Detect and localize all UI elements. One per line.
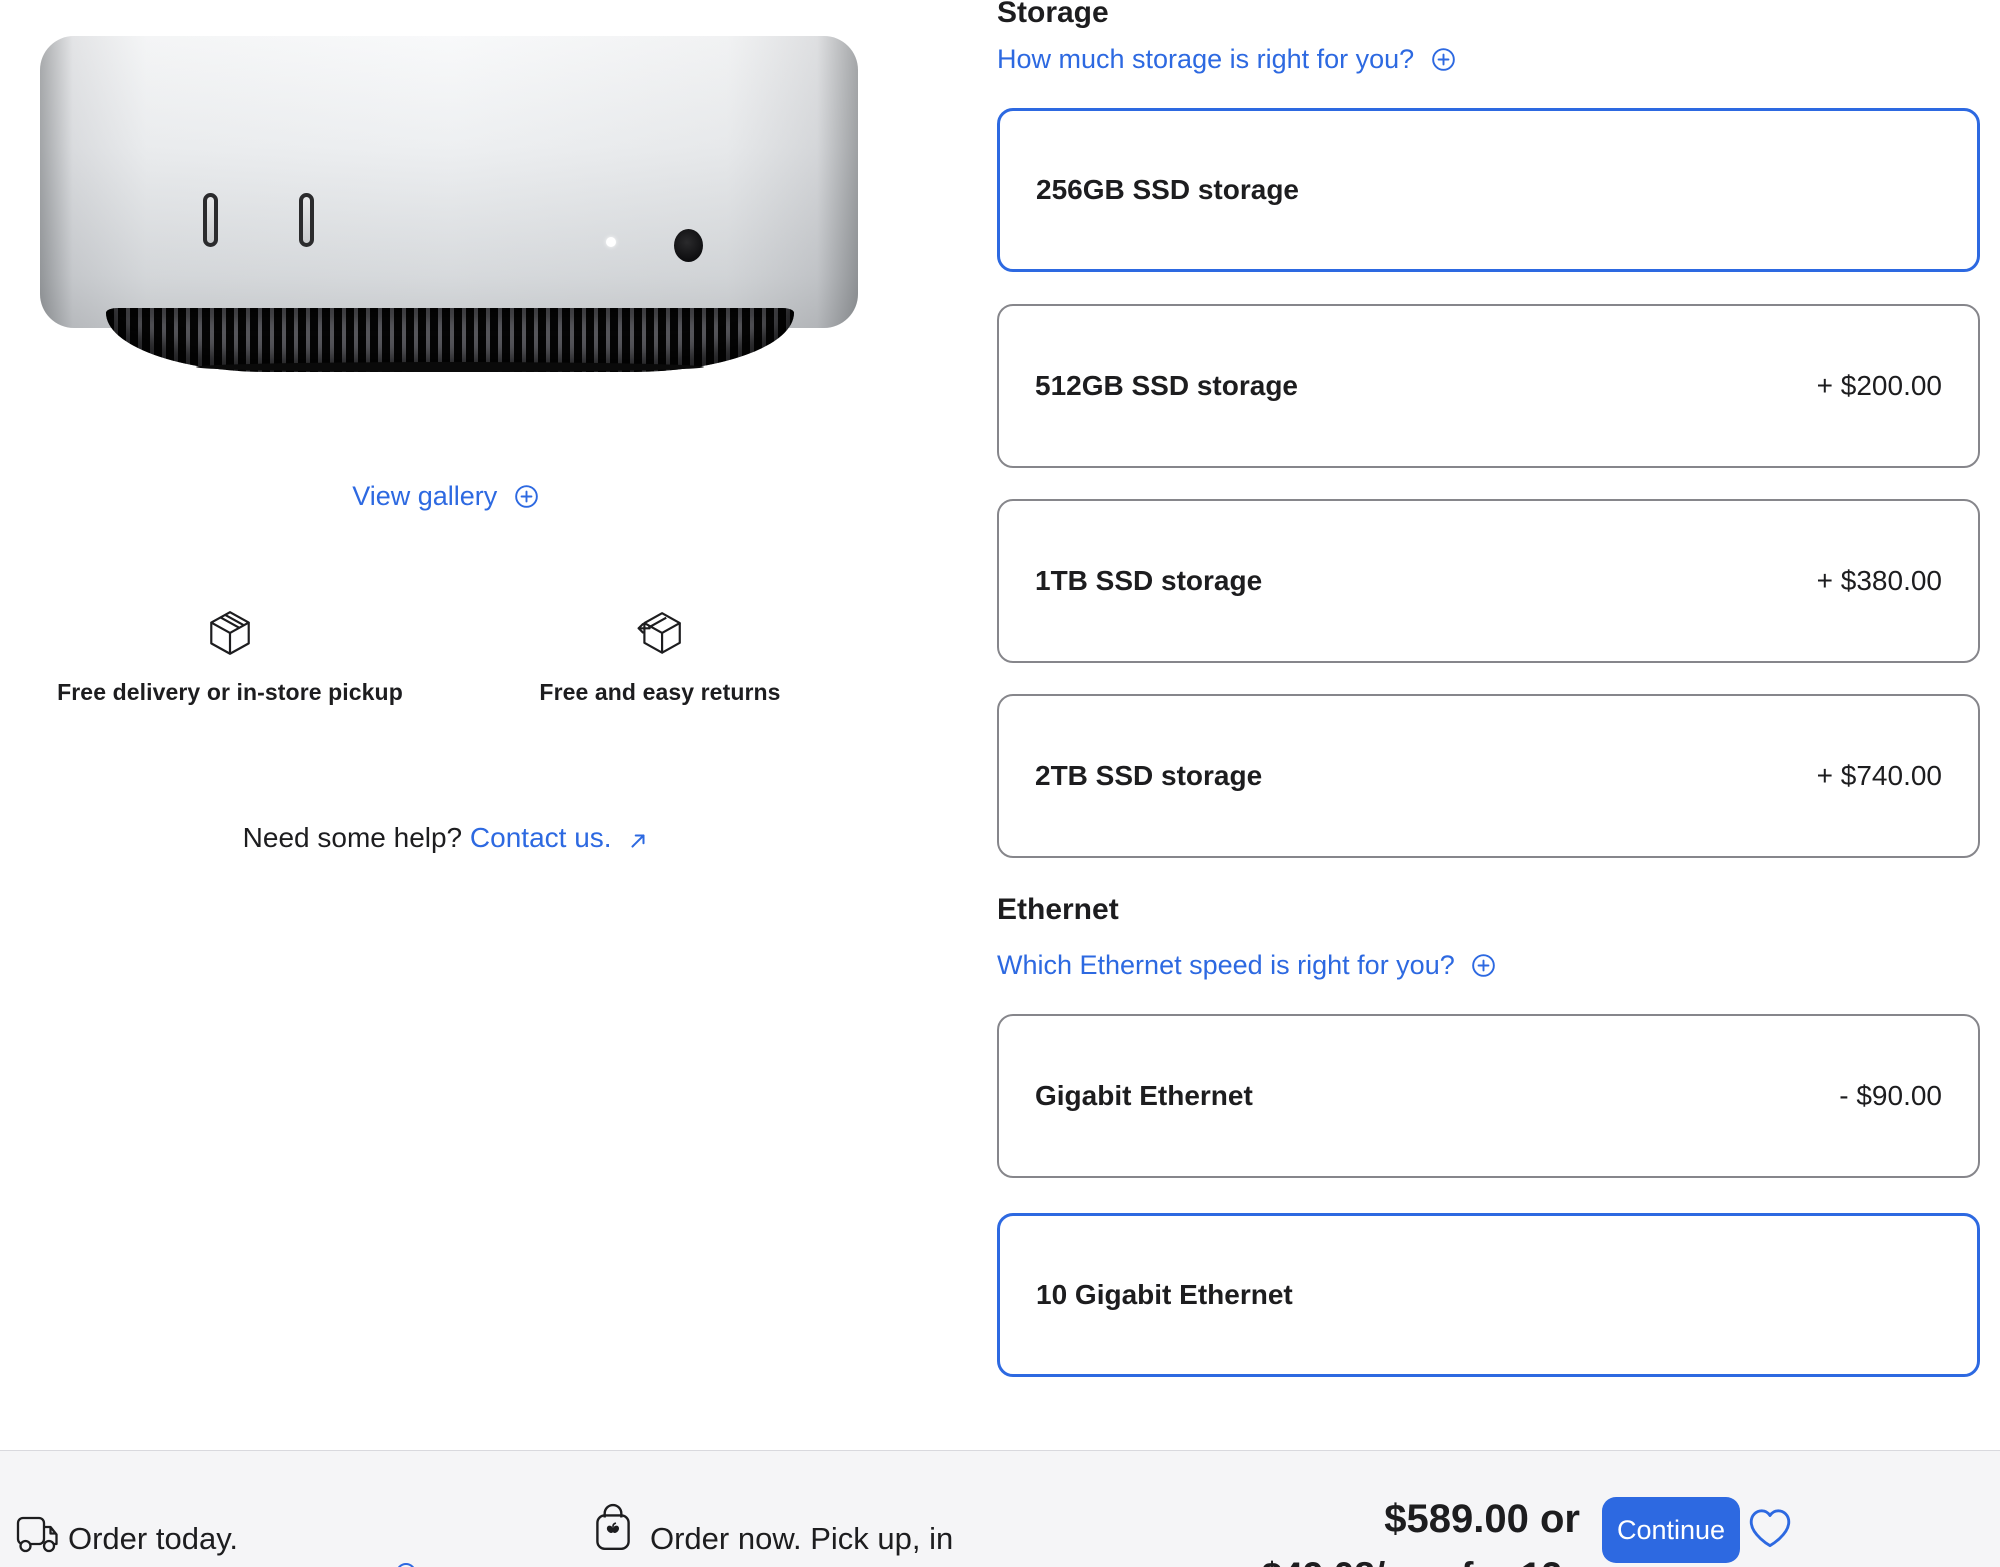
storage-option-512gb[interactable]: 512GB SSD storage + $200.00 (997, 304, 1980, 468)
contact-us-label: Contact us. (470, 822, 612, 853)
plus-circle-icon (1463, 955, 1498, 985)
favorite-button[interactable] (1746, 1505, 1794, 1553)
view-gallery-link[interactable]: View gallery (352, 481, 540, 511)
option-label: 1TB SSD storage (1035, 565, 1262, 597)
apple-bag-icon (592, 1503, 634, 1560)
usb-c-port (203, 193, 218, 247)
usb-c-port (299, 193, 314, 247)
option-label: Gigabit Ethernet (1035, 1080, 1253, 1112)
order-today-text: Order today. (68, 1521, 238, 1557)
delivery-info-icon[interactable] (396, 1563, 416, 1567)
plus-circle-icon (505, 486, 540, 516)
view-gallery-row: View gallery (0, 481, 892, 517)
package-icon (205, 647, 255, 664)
ethernet-option-gigabit[interactable]: Gigabit Ethernet - $90.00 (997, 1014, 1980, 1178)
plus-circle-icon (1422, 49, 1457, 79)
option-price: - $90.00 (1839, 1080, 1942, 1112)
storage-option-1tb[interactable]: 1TB SSD storage + $380.00 (997, 499, 1980, 663)
feature-label: Free delivery or in-store pickup (10, 679, 450, 706)
storage-option-2tb[interactable]: 2TB SSD storage + $740.00 (997, 694, 1980, 858)
storage-help-link[interactable]: How much storage is right for you? (997, 44, 1457, 74)
option-price: + $740.00 (1817, 760, 1942, 792)
feature-label: Free and easy returns (440, 679, 880, 706)
package-return-icon (635, 647, 685, 664)
storage-help-row: How much storage is right for you? (997, 44, 1457, 80)
view-gallery-label: View gallery (352, 481, 497, 511)
product-image-mac-mini (40, 28, 858, 378)
mac-mini-configure-page: View gallery Free delivery or in-store p… (0, 0, 2000, 1567)
order-pickup-text: Order now. Pick up, in (650, 1521, 953, 1557)
storage-option-256gb[interactable]: 256GB SSD storage (997, 108, 1980, 272)
storage-help-label: How much storage is right for you? (997, 44, 1414, 74)
status-led (606, 237, 616, 247)
ethernet-help-row: Which Ethernet speed is right for you? (997, 950, 1497, 986)
ethernet-help-label: Which Ethernet speed is right for you? (997, 950, 1455, 980)
headphone-jack (674, 229, 703, 262)
option-label: 512GB SSD storage (1035, 370, 1298, 402)
mac-mini-vent-base (106, 308, 794, 372)
truck-icon (16, 1515, 62, 1560)
help-text: Need some help? (243, 822, 470, 853)
ethernet-section-title: Ethernet (997, 893, 1119, 927)
option-price: + $380.00 (1817, 565, 1942, 597)
option-price: + $200.00 (1817, 370, 1942, 402)
monthly-price-text: $49.08/mo. for 12 mo. (1080, 1555, 1638, 1567)
mac-mini-front (40, 36, 858, 328)
checkout-bar: Order today. Order now. Pick up, in $589… (0, 1450, 2000, 1567)
ethernet-help-link[interactable]: Which Ethernet speed is right for you? (997, 950, 1497, 980)
price-text: $589.00 or (1080, 1497, 1580, 1542)
feature-free-delivery: Free delivery or in-store pickup (10, 608, 450, 706)
storage-section-title: Storage (997, 0, 1109, 30)
arrow-up-right-icon (627, 827, 649, 858)
feature-free-returns: Free and easy returns (440, 608, 880, 706)
heart-icon (1747, 1538, 1793, 1553)
continue-button[interactable]: Continue (1602, 1497, 1740, 1563)
ethernet-option-10gigabit[interactable]: 10 Gigabit Ethernet (997, 1213, 1980, 1377)
help-row: Need some help? Contact us. (0, 822, 892, 859)
option-label: 2TB SSD storage (1035, 760, 1262, 792)
option-label: 10 Gigabit Ethernet (1036, 1279, 1293, 1311)
contact-us-link[interactable]: Contact us. (470, 822, 612, 853)
option-label: 256GB SSD storage (1036, 174, 1299, 206)
